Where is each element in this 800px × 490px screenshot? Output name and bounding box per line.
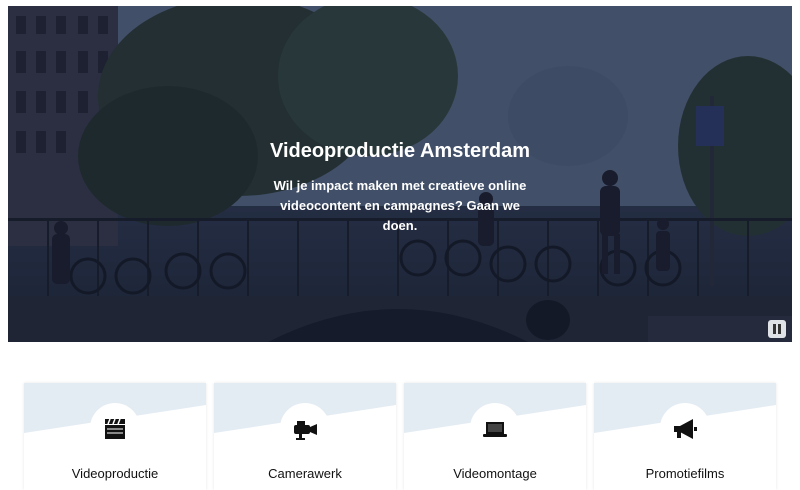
hero-subtitle: Wil je impact maken met creatieve online… (273, 178, 527, 233)
megaphone-icon (674, 419, 697, 439)
clapperboard-icon (105, 418, 125, 439)
service-card-videoproductie[interactable]: Videoproductie (24, 383, 206, 490)
video-camera-icon (294, 421, 317, 440)
hero-video: Videoproductie Amsterdam Wil je impact m… (8, 6, 792, 342)
service-card-promotiefilms[interactable]: Promotiefilms (594, 383, 776, 490)
hero-title: Videoproductie Amsterdam (269, 140, 531, 162)
service-card-label: Videoproductie (71, 466, 159, 481)
pause-icon (773, 324, 776, 334)
service-card-label: Videomontage (453, 466, 537, 481)
laptop-icon (483, 422, 507, 437)
service-card-label: Camerawerk (268, 466, 342, 481)
hero-overlay (8, 6, 792, 342)
pause-button[interactable] (768, 320, 786, 338)
service-card-videomontage[interactable]: Videomontage (404, 383, 586, 490)
service-card-camerawerk[interactable]: Camerawerk (214, 383, 396, 490)
service-card-label: Promotiefilms (645, 466, 725, 481)
